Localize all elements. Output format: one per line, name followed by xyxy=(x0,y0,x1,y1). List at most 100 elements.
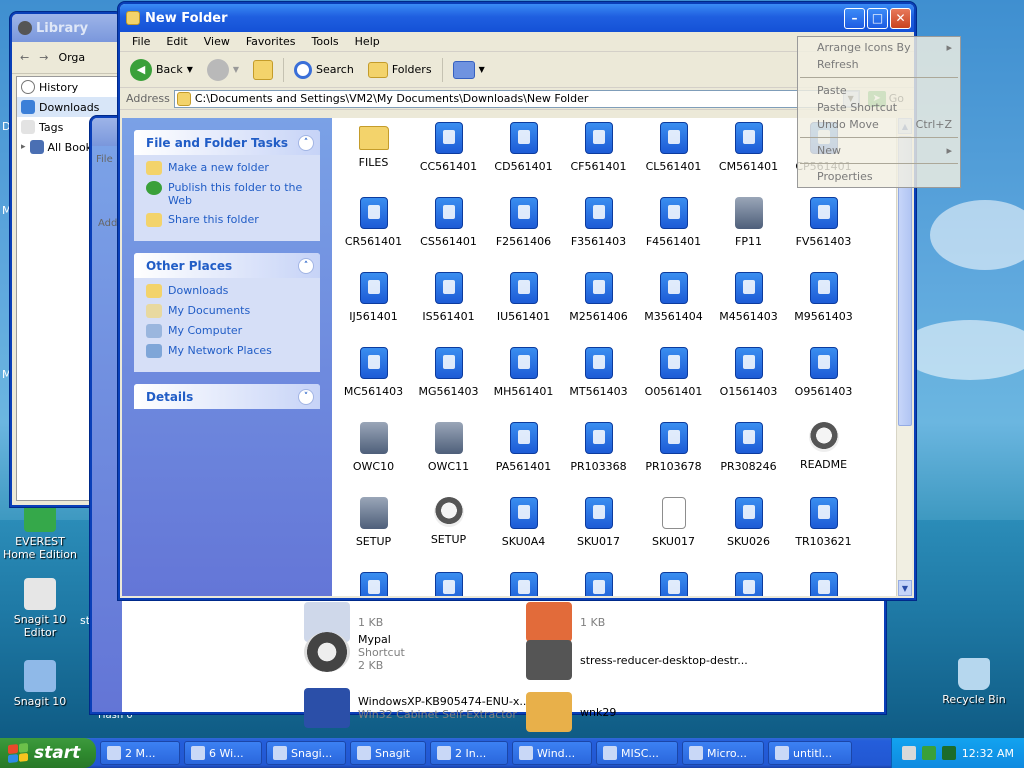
details-header[interactable]: Details ˅ xyxy=(134,384,320,409)
list-item[interactable]: 1 KB xyxy=(526,602,605,642)
desktop-icon-snagit[interactable]: Snagit 10 xyxy=(0,660,80,708)
place-my-documents[interactable]: My Documents xyxy=(146,304,312,318)
context-menu-item[interactable]: Properties xyxy=(798,168,960,185)
back-button[interactable]: ◀ Back ▼ xyxy=(126,56,197,84)
file-item[interactable]: O1561403 xyxy=(711,343,786,418)
file-item[interactable]: FV561403 xyxy=(786,193,861,268)
file-item[interactable] xyxy=(486,568,561,596)
place-downloads[interactable]: Downloads xyxy=(146,284,312,298)
file-item[interactable]: O0561401 xyxy=(636,343,711,418)
file-item[interactable]: CL561401 xyxy=(636,118,711,193)
context-menu-item[interactable]: Refresh xyxy=(798,56,960,73)
task-publish-web[interactable]: Publish this folder to the Web xyxy=(146,181,312,207)
file-item[interactable]: F3561403 xyxy=(561,193,636,268)
taskbar-button[interactable]: 6 Wi... xyxy=(184,741,262,765)
file-item[interactable] xyxy=(561,568,636,596)
keyboard-icon[interactable] xyxy=(901,746,916,760)
file-item[interactable]: IS561401 xyxy=(411,268,486,343)
file-item[interactable] xyxy=(711,568,786,596)
taskbar-button[interactable]: Snagi... xyxy=(266,741,346,765)
menu-view[interactable]: View xyxy=(196,35,238,48)
minimize-button[interactable]: – xyxy=(844,7,865,29)
tree-item-downloads[interactable]: Downloads xyxy=(17,97,119,117)
vertical-scrollbar[interactable]: ▲ ▼ xyxy=(896,118,912,596)
file-item[interactable] xyxy=(336,568,411,596)
taskbar-button[interactable]: Micro... xyxy=(682,741,764,765)
context-menu-item[interactable]: Arrange Icons By ▸ xyxy=(798,39,960,56)
file-item[interactable]: M9561403 xyxy=(786,268,861,343)
taskbar-button[interactable]: 2 In... xyxy=(430,741,508,765)
organize-button[interactable]: Orga xyxy=(58,51,85,64)
list-item-wnk29[interactable]: wnk29 xyxy=(526,692,616,732)
taskbar-button[interactable]: untitl... xyxy=(768,741,852,765)
network-status-icon[interactable] xyxy=(921,746,936,760)
address-input[interactable]: C:\Documents and Settings\VM2\My Documen… xyxy=(173,89,860,108)
file-item[interactable]: SETUP xyxy=(411,493,486,568)
file-item[interactable]: IU561401 xyxy=(486,268,561,343)
file-item[interactable]: CR561401 xyxy=(336,193,411,268)
file-item[interactable]: SKU017 xyxy=(561,493,636,568)
taskbar-button[interactable]: Snagit xyxy=(350,741,426,765)
dropdown-arrow-icon[interactable]: ▼ xyxy=(233,65,239,74)
file-item[interactable]: F2561406 xyxy=(486,193,561,268)
start-button[interactable]: start xyxy=(0,738,96,768)
expand-icon[interactable]: ▸ xyxy=(21,142,26,152)
tree-item-history[interactable]: History xyxy=(17,77,119,97)
task-make-new-folder[interactable]: Make a new folder xyxy=(146,161,312,175)
list-item-mypal[interactable]: Mypal Shortcut 2 KB xyxy=(304,632,405,672)
task-share-folder[interactable]: Share this folder xyxy=(146,213,312,227)
file-item[interactable]: FP11 xyxy=(711,193,786,268)
taskbar-button[interactable]: 2 M... xyxy=(100,741,180,765)
place-my-computer[interactable]: My Computer xyxy=(146,324,312,338)
file-item[interactable]: PR103678 xyxy=(636,418,711,493)
taskbar-button[interactable]: MISC... xyxy=(596,741,678,765)
context-menu-item[interactable]: Paste xyxy=(798,82,960,99)
file-item[interactable]: FILES xyxy=(336,118,411,193)
file-item[interactable]: OWC10 xyxy=(336,418,411,493)
up-folder-button[interactable] xyxy=(249,56,277,84)
file-item[interactable]: PR103368 xyxy=(561,418,636,493)
forward-button[interactable]: ▼ xyxy=(203,56,243,84)
file-item[interactable]: SKU026 xyxy=(711,493,786,568)
list-item-windowsxp-kb[interactable]: WindowsXP-KB905474-ENU-x... Win32 Cabine… xyxy=(304,688,530,728)
search-button[interactable]: Search xyxy=(290,56,358,84)
menu-favorites[interactable]: Favorites xyxy=(238,35,304,48)
file-item[interactable]: MC561403 xyxy=(336,343,411,418)
views-button[interactable]: ▼ xyxy=(449,56,489,84)
file-item[interactable] xyxy=(636,568,711,596)
file-item[interactable]: CC561401 xyxy=(411,118,486,193)
file-item[interactable]: OWC11 xyxy=(411,418,486,493)
collapse-chevron-icon[interactable]: ˄ xyxy=(298,134,314,151)
main-titlebar[interactable]: New Folder – □ ✕ xyxy=(120,4,914,32)
file-item[interactable]: F4561401 xyxy=(636,193,711,268)
clock[interactable]: 12:32 AM xyxy=(962,747,1014,760)
file-item[interactable]: MT561403 xyxy=(561,343,636,418)
context-menu-item[interactable]: Undo Move Ctrl+Z xyxy=(798,116,960,133)
file-item[interactable] xyxy=(786,568,861,596)
file-item[interactable]: SETUP xyxy=(336,493,411,568)
menu-file[interactable]: File xyxy=(124,35,158,48)
scroll-down-icon[interactable]: ▼ xyxy=(898,580,912,596)
forward-arrow-icon[interactable]: → xyxy=(39,51,48,64)
file-item[interactable]: CM561401 xyxy=(711,118,786,193)
file-folder-tasks-header[interactable]: File and Folder Tasks ˄ xyxy=(134,130,320,155)
file-item[interactable]: CD561401 xyxy=(486,118,561,193)
tray-app-icon[interactable] xyxy=(941,746,956,760)
expand-chevron-icon[interactable]: ˅ xyxy=(298,388,314,405)
file-list[interactable]: FILES CC561401 CD561401 CF561401 CL561401 CM5… xyxy=(332,118,912,596)
file-item[interactable]: PA561401 xyxy=(486,418,561,493)
close-button[interactable]: ✕ xyxy=(890,7,911,29)
folders-button[interactable]: Folders xyxy=(364,56,436,84)
collapse-chevron-icon[interactable]: ˄ xyxy=(298,257,314,274)
menu-edit[interactable]: Edit xyxy=(158,35,195,48)
file-item[interactable]: IJ561401 xyxy=(336,268,411,343)
file-item[interactable]: MH561401 xyxy=(486,343,561,418)
desktop-icon-recycle-bin[interactable]: Recycle Bin xyxy=(934,658,1014,706)
file-item[interactable]: M3561404 xyxy=(636,268,711,343)
desktop-icon-everest[interactable]: EVEREST Home Edition xyxy=(0,500,80,561)
taskbar-button[interactable]: Wind... xyxy=(512,741,592,765)
menu-help[interactable]: Help xyxy=(347,35,388,48)
file-item[interactable]: CF561401 xyxy=(561,118,636,193)
context-menu-item[interactable]: New ▸ xyxy=(798,142,960,159)
file-item[interactable]: README xyxy=(786,418,861,493)
